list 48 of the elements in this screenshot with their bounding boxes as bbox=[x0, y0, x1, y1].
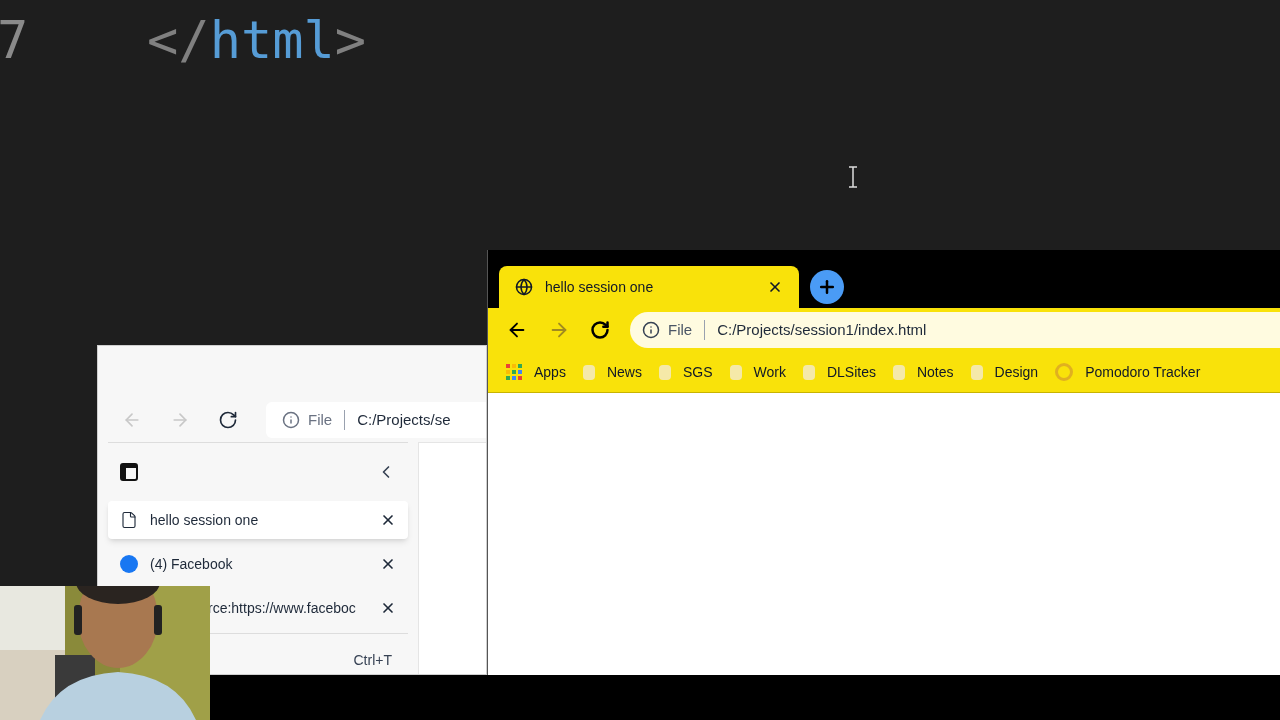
new-tab-button[interactable] bbox=[810, 270, 844, 304]
globe-icon bbox=[515, 278, 533, 296]
bookmark[interactable]: News bbox=[582, 361, 642, 383]
shortcut-label: Ctrl+T bbox=[353, 651, 392, 670]
folder-icon bbox=[970, 364, 983, 380]
tab-title: (4) Facebook bbox=[150, 554, 234, 574]
vertical-tab[interactable]: rce:https://www.faceboc bbox=[208, 589, 408, 627]
close-icon[interactable] bbox=[767, 279, 783, 295]
bookmark[interactable]: Design bbox=[970, 361, 1039, 383]
bookmark[interactable]: Work bbox=[729, 361, 786, 383]
close-icon[interactable] bbox=[380, 512, 396, 528]
text-cursor-icon bbox=[848, 166, 858, 188]
address-bar[interactable]: File C:/Projects/session1/index.html bbox=[630, 312, 1280, 348]
plus-icon bbox=[817, 277, 837, 297]
address-bar[interactable]: File C:/Projects/se bbox=[266, 402, 486, 438]
bookmark[interactable]: Notes bbox=[892, 361, 954, 383]
folder-icon bbox=[582, 364, 595, 380]
ring-icon bbox=[1055, 363, 1074, 381]
address-url: C:/Projects/se bbox=[357, 409, 451, 430]
bookmark[interactable]: DLSites bbox=[802, 361, 876, 383]
vertical-tab[interactable]: hello session one bbox=[108, 501, 408, 539]
bookmark[interactable]: Apps bbox=[506, 361, 566, 383]
line-number: 7 bbox=[0, 14, 30, 66]
folder-icon bbox=[802, 364, 815, 380]
info-icon bbox=[282, 411, 300, 429]
apps-grid-icon bbox=[506, 364, 522, 380]
page-icon bbox=[120, 511, 138, 529]
bookmark[interactable]: SGS bbox=[658, 361, 713, 383]
tab-panel-icon[interactable] bbox=[120, 463, 138, 481]
reload-icon[interactable] bbox=[590, 320, 610, 340]
vertical-tab[interactable]: (4) Facebook bbox=[108, 545, 408, 583]
close-icon[interactable] bbox=[380, 556, 396, 572]
tab-title: rce:https://www.faceboc bbox=[208, 598, 357, 618]
tab-title: hello session one bbox=[545, 277, 655, 297]
folder-icon bbox=[729, 364, 742, 380]
folder-icon bbox=[892, 364, 905, 380]
address-scheme: File bbox=[308, 409, 333, 430]
address-url: C:/Projects/session1/index.html bbox=[717, 319, 927, 340]
folder-icon bbox=[658, 364, 671, 380]
tab-title: hello session one bbox=[150, 510, 260, 530]
browser-tab[interactable]: hello session one bbox=[499, 266, 799, 308]
info-icon bbox=[642, 321, 660, 339]
address-scheme: File bbox=[668, 319, 693, 340]
closing-tag: </html> bbox=[147, 14, 367, 66]
close-icon[interactable] bbox=[380, 600, 396, 616]
reload-icon[interactable] bbox=[218, 410, 238, 430]
bookmark[interactable]: Pomodoro Tracker bbox=[1055, 361, 1201, 383]
facebook-icon bbox=[120, 555, 138, 573]
